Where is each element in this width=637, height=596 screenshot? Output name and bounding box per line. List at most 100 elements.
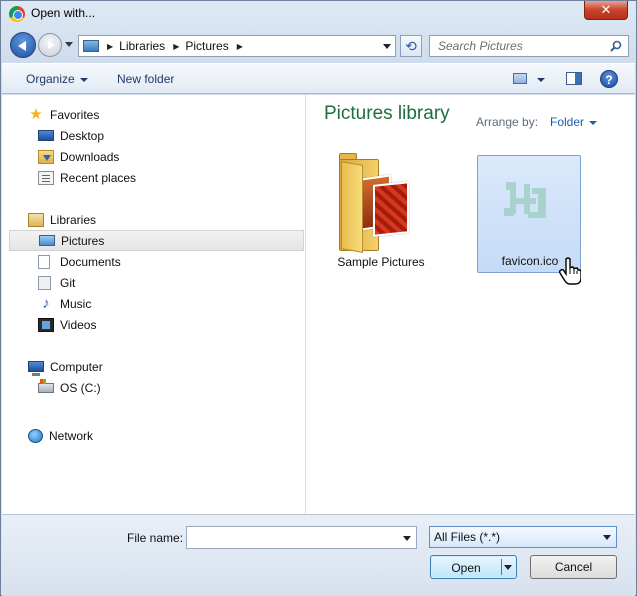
- file-item-favicon[interactable]: favicon.ico: [477, 155, 581, 273]
- navigation-bar: ▶ Libraries ▶ Pictures ▶ ⟲: [1, 29, 636, 61]
- chevron-down-icon[interactable]: [403, 536, 411, 541]
- sidebar-item-label: Computer: [50, 359, 103, 374]
- cancel-button[interactable]: Cancel: [530, 555, 617, 579]
- sidebar-item-network[interactable]: Network: [2, 425, 305, 446]
- computer-icon: [28, 361, 44, 376]
- file-list-pane[interactable]: Pictures library Arrange by: Folder Samp…: [307, 95, 635, 514]
- sidebar-item-favorites[interactable]: ★ Favorites: [2, 104, 305, 125]
- command-bar: Organize New folder ?: [2, 63, 635, 94]
- breadcrumb-libraries[interactable]: Libraries: [119, 39, 165, 53]
- sidebar-item-libraries[interactable]: Libraries: [2, 209, 305, 230]
- organize-label: Organize: [26, 72, 75, 86]
- file-name: Sample Pictures: [337, 255, 425, 269]
- file-name-input[interactable]: [187, 527, 397, 548]
- sidebar-item-label: Recent places: [60, 170, 137, 185]
- dialog-footer: File name: All Files (*.*) Open Cancel: [2, 514, 635, 596]
- sidebar-item-recent-places[interactable]: Recent places: [2, 167, 305, 188]
- split-divider: [501, 559, 502, 575]
- chevron-down-icon: [589, 120, 598, 125]
- computer-group: Computer OS (C:): [2, 356, 305, 398]
- back-button[interactable]: [10, 32, 36, 58]
- downloads-icon: [38, 149, 54, 164]
- hand-cursor-icon: [559, 257, 581, 285]
- window-title: Open with...: [31, 6, 96, 20]
- sidebar-item-documents[interactable]: Documents: [2, 251, 305, 272]
- sidebar-item-label: Documents: [60, 254, 121, 269]
- pane-splitter[interactable]: [305, 95, 306, 514]
- arrange-by-label: Arrange by:: [476, 115, 539, 129]
- address-bar[interactable]: ▶ Libraries ▶ Pictures ▶: [78, 35, 396, 57]
- network-group: Network: [2, 425, 305, 446]
- windows-drive-icon: [38, 378, 54, 393]
- recent-locations-chevron-icon[interactable]: [65, 42, 73, 47]
- file-type-filter-value: All Files (*.*): [434, 530, 501, 544]
- preview-pane-icon[interactable]: [566, 72, 582, 85]
- help-icon[interactable]: ?: [600, 70, 618, 88]
- chevron-down-icon: [603, 535, 611, 540]
- new-folder-button[interactable]: New folder: [117, 72, 174, 86]
- search-icon[interactable]: [610, 40, 622, 52]
- sidebar-item-music[interactable]: ♪ Music: [2, 293, 305, 314]
- arrange-by-value: Folder: [550, 115, 585, 129]
- arrange-by-dropdown[interactable]: Folder: [550, 115, 598, 129]
- sidebar-item-label: Network: [49, 428, 94, 443]
- favorites-group: ★ Favorites Desktop Downloads Recent pla…: [2, 104, 305, 188]
- sidebar-item-label: OS (C:): [60, 380, 101, 395]
- libraries-icon: [28, 212, 44, 227]
- library-title: Pictures library: [324, 103, 450, 124]
- forward-button[interactable]: [38, 33, 62, 57]
- address-dropdown-icon[interactable]: [383, 44, 391, 49]
- search-box[interactable]: [429, 35, 629, 57]
- git-library-icon: [38, 275, 51, 290]
- star-icon: ★: [29, 105, 43, 123]
- music-note-icon: ♪: [42, 294, 50, 312]
- open-with-dialog: Open with... ✕ ▶ Libraries ▶ Pictures ▶ …: [0, 0, 637, 596]
- file-type-filter-select[interactable]: All Files (*.*): [429, 526, 617, 548]
- sidebar-item-label: Pictures: [61, 233, 105, 248]
- sidebar-item-downloads[interactable]: Downloads: [2, 146, 305, 167]
- file-name-combobox[interactable]: [186, 526, 417, 549]
- documents-icon: [38, 254, 50, 269]
- sidebar-item-videos[interactable]: Videos: [2, 314, 305, 335]
- network-icon: [28, 428, 43, 443]
- folder-icon: [339, 153, 411, 253]
- libraries-group: Libraries Pictures Documents Git ♪ Music: [2, 209, 305, 335]
- breadcrumb-pictures[interactable]: Pictures: [185, 39, 228, 53]
- open-button-label: Open: [451, 561, 481, 575]
- change-view-icon[interactable]: [513, 73, 527, 84]
- sidebar-item-computer[interactable]: Computer: [2, 356, 305, 377]
- breadcrumb-chevron-icon[interactable]: ▶: [237, 42, 243, 51]
- sidebar-item-label: Libraries: [50, 212, 97, 227]
- desktop-icon: [38, 130, 54, 141]
- sidebar-item-label: Music: [60, 296, 92, 311]
- pictures-library-icon: [83, 40, 99, 52]
- open-options-chevron-icon[interactable]: [504, 565, 512, 570]
- open-button[interactable]: Open: [430, 555, 517, 579]
- pictures-icon: [39, 235, 55, 246]
- view-options-chevron-icon[interactable]: [537, 78, 545, 82]
- sidebar-item-label: Downloads: [60, 149, 120, 164]
- organize-button[interactable]: Organize: [26, 72, 88, 86]
- sidebar-item-os-c[interactable]: OS (C:): [2, 377, 305, 398]
- breadcrumb-chevron-icon[interactable]: ▶: [107, 42, 113, 51]
- sidebar-item-pictures[interactable]: Pictures: [9, 230, 304, 251]
- sidebar-item-label: Videos: [60, 317, 97, 332]
- film-icon: [38, 317, 54, 332]
- title-bar: Open with... ✕: [1, 1, 636, 27]
- search-input[interactable]: [430, 36, 602, 56]
- breadcrumb-chevron-icon[interactable]: ▶: [173, 42, 179, 51]
- content-area: ★ Favorites Desktop Downloads Recent pla…: [2, 95, 635, 514]
- refresh-button[interactable]: ⟲: [400, 35, 422, 57]
- chevron-down-icon: [79, 77, 88, 82]
- file-item-sample-pictures[interactable]: Sample Pictures: [329, 153, 433, 271]
- sidebar-item-label: Git: [60, 275, 76, 290]
- sidebar-item-desktop[interactable]: Desktop: [2, 125, 305, 146]
- close-button[interactable]: ✕: [584, 1, 628, 20]
- chrome-icon: [9, 6, 25, 22]
- sidebar-item-label: Desktop: [60, 128, 105, 143]
- navigation-pane[interactable]: ★ Favorites Desktop Downloads Recent pla…: [2, 95, 305, 514]
- file-name-label: File name:: [127, 531, 184, 545]
- sidebar-item-git[interactable]: Git: [2, 272, 305, 293]
- ico-file-icon: [502, 178, 554, 228]
- recent-places-icon: [38, 170, 54, 185]
